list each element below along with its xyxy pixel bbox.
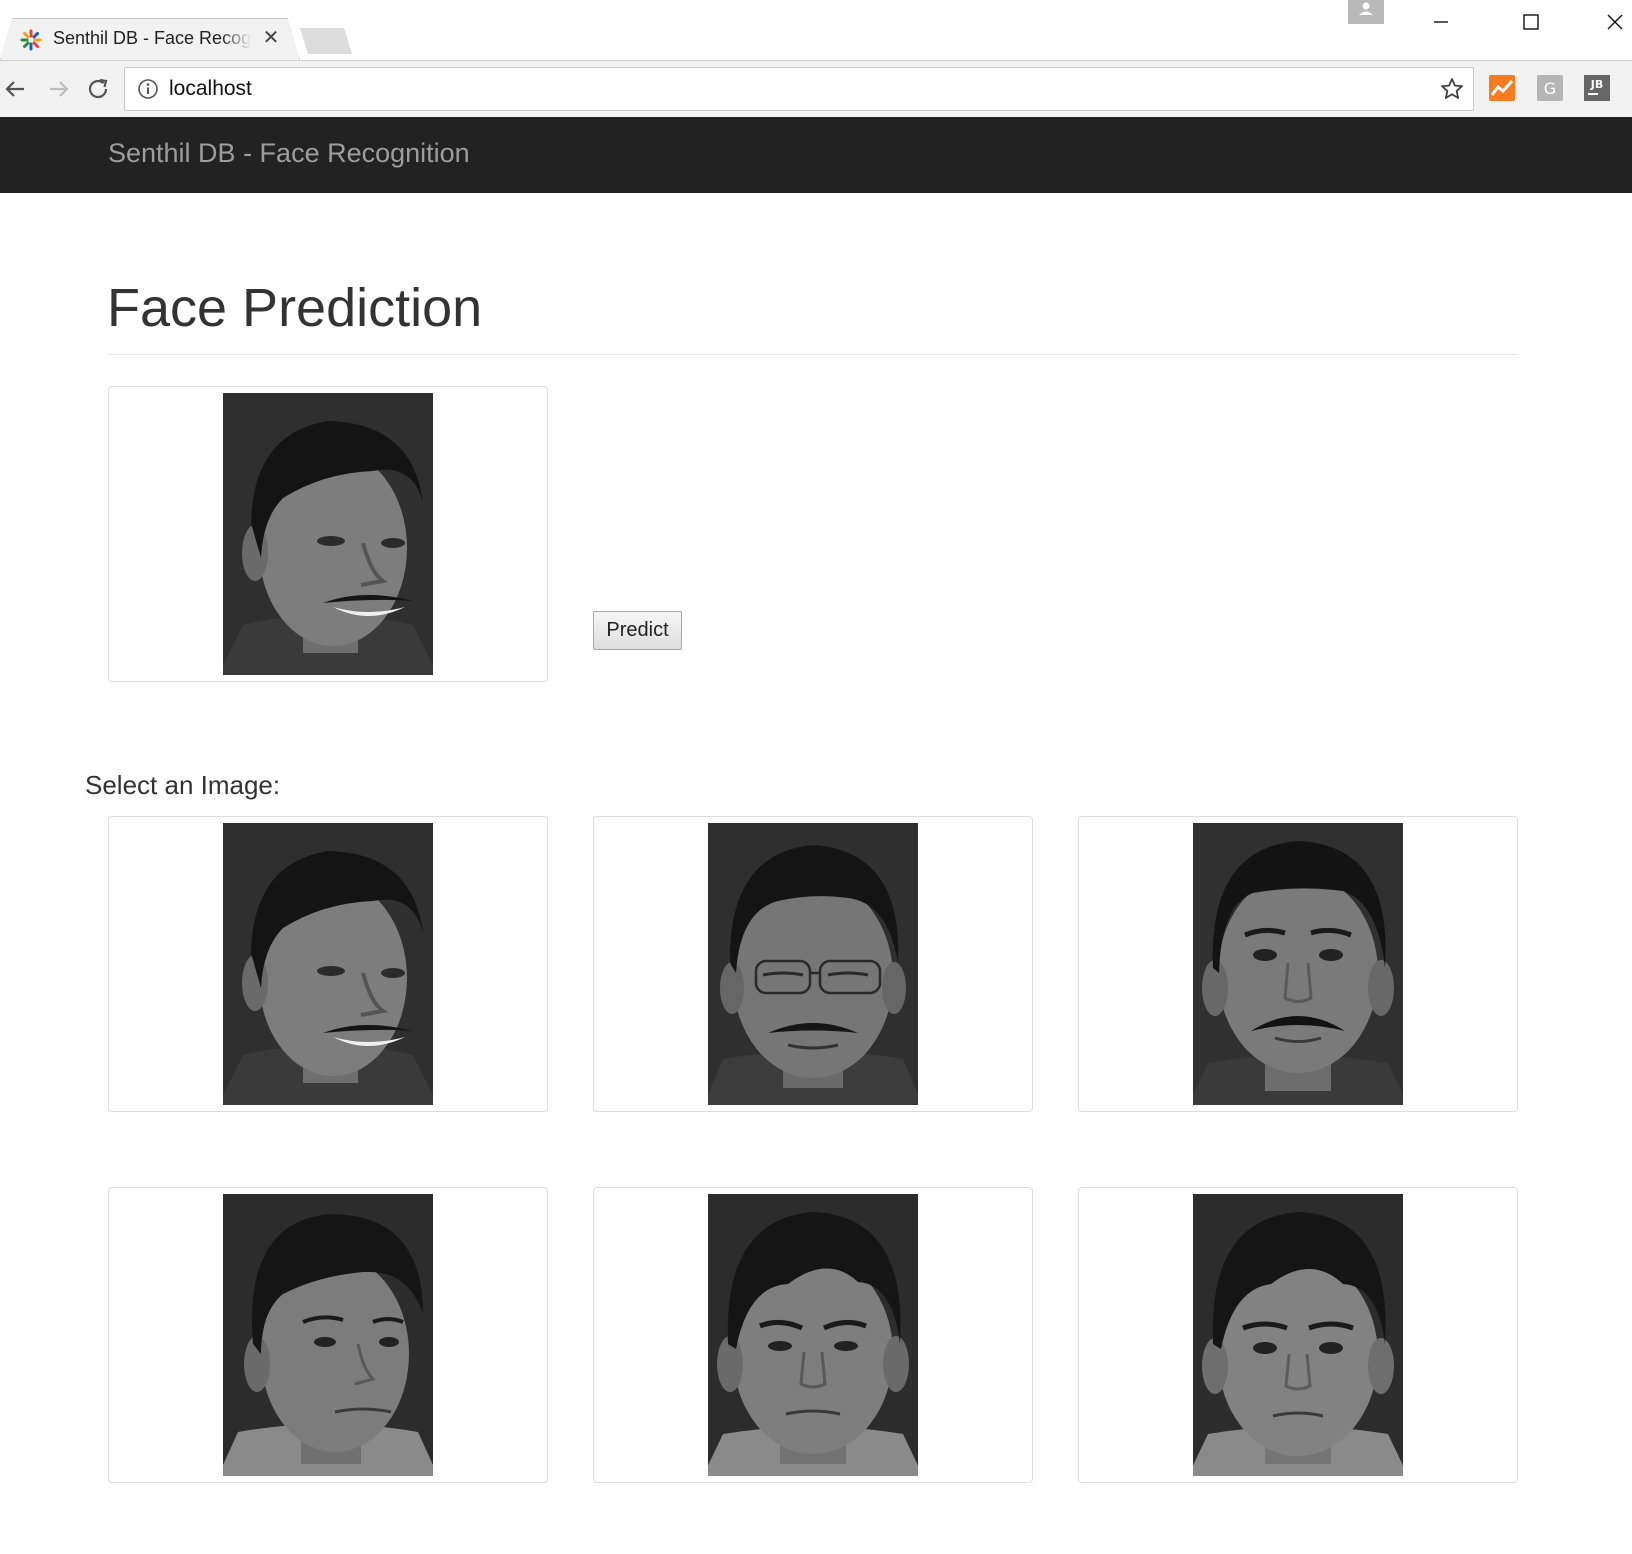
face-photo-young-turned-icon [223,1194,433,1476]
site-favicon-icon [20,29,42,51]
bookmark-star-icon[interactable] [1439,76,1465,102]
gallery-image-4[interactable] [108,1187,548,1483]
tab-title: Senthil DB - Face Recognition [53,28,251,48]
forward-arrow-icon[interactable] [38,71,74,107]
gallery-image-2[interactable] [593,816,1033,1112]
gallery-image-3[interactable] [1078,816,1518,1112]
g-extension-icon[interactable]: G [1537,75,1563,101]
jetbrains-extension-icon[interactable]: JB [1584,75,1610,101]
back-arrow-icon[interactable] [0,71,36,107]
svg-text:G: G [1544,79,1556,98]
url-text: localhost [169,77,252,100]
face-photo-young-frown-icon [708,1194,918,1476]
new-tab-button[interactable] [300,28,352,54]
top-navbar: Senthil DB - Face Recognition [0,117,1632,193]
selected-image-preview [108,386,548,682]
browser-toolbar: localhost G JB [0,60,1632,117]
gallery-image-6[interactable] [1078,1187,1518,1483]
face-photo-smiling-turned-icon [223,393,433,675]
tab-close-icon[interactable]: ✕ [260,26,282,50]
maximize-icon[interactable] [1508,6,1554,38]
browser-tabstrip: Senthil DB - Face Recognition ✕ [0,0,1632,60]
predict-button[interactable]: Predict [593,611,682,650]
address-bar[interactable]: localhost [124,67,1474,111]
svg-text:JB: JB [1590,78,1603,91]
page-title: Face Prediction [107,278,483,338]
analytics-extension-icon[interactable] [1489,75,1515,101]
face-photo-glasses-eyes-closed-icon [708,823,918,1105]
face-photo-young-frontal-icon [1193,1194,1403,1476]
select-image-label: Select an Image: [85,770,281,800]
browser-tab-content: Senthil DB - Face Recognition ✕ [0,18,300,60]
face-photo-smiling-turned-icon [223,823,433,1105]
site-info-icon[interactable] [137,78,159,100]
face-photo-frontal-mustache-icon [1193,823,1403,1105]
title-divider [108,354,1518,355]
navbar-brand[interactable]: Senthil DB - Face Recognition [108,138,470,169]
close-window-icon[interactable] [1596,6,1632,38]
profile-avatar-icon[interactable] [1348,0,1384,24]
gallery-image-5[interactable] [593,1187,1033,1483]
reload-icon[interactable] [80,71,116,107]
gallery-image-1[interactable] [108,816,548,1112]
minimize-icon[interactable] [1418,6,1464,38]
